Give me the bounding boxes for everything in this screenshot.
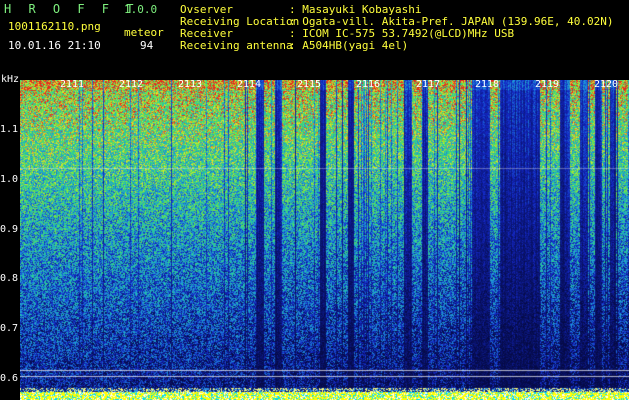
x-tick-label: 2120 bbox=[594, 79, 619, 90]
meteor-count: 94 bbox=[140, 39, 154, 52]
y-axis-unit: kHz bbox=[1, 74, 20, 85]
x-tick-label: 2118 bbox=[475, 79, 500, 90]
y-tick-label: 0.7 bbox=[0, 323, 19, 334]
x-tick-label: 2116 bbox=[356, 79, 381, 90]
y-tick-label: 0.8 bbox=[0, 273, 19, 284]
x-tick-label: 2119 bbox=[535, 79, 560, 90]
info-label: Receiving antenna bbox=[180, 39, 293, 52]
x-tick-label: 2117 bbox=[416, 79, 441, 90]
app-title: H R O F F T bbox=[4, 2, 139, 16]
meteor-label: meteor bbox=[124, 26, 164, 39]
y-tick-label: 1.1 bbox=[0, 124, 19, 135]
y-tick-label: 0.9 bbox=[0, 224, 19, 235]
datetime-label: 10.01.16 21:10 bbox=[8, 39, 101, 52]
x-tick-label: 2112 bbox=[119, 79, 144, 90]
y-tick-label: 1.0 bbox=[0, 174, 19, 185]
y-tick-label: 0.6 bbox=[0, 373, 19, 384]
x-tick-label: 2115 bbox=[297, 79, 322, 90]
x-tick-label: 2111 bbox=[60, 79, 85, 90]
x-tick-label: 2114 bbox=[237, 79, 262, 90]
x-tick-label: 2113 bbox=[178, 79, 203, 90]
spectrogram-plot bbox=[20, 80, 629, 400]
filename-label: 1001162110.png bbox=[8, 20, 101, 33]
app-version: 1.0.0 bbox=[124, 3, 158, 16]
info-value: : A504HB(yagi 4el) bbox=[289, 39, 409, 52]
